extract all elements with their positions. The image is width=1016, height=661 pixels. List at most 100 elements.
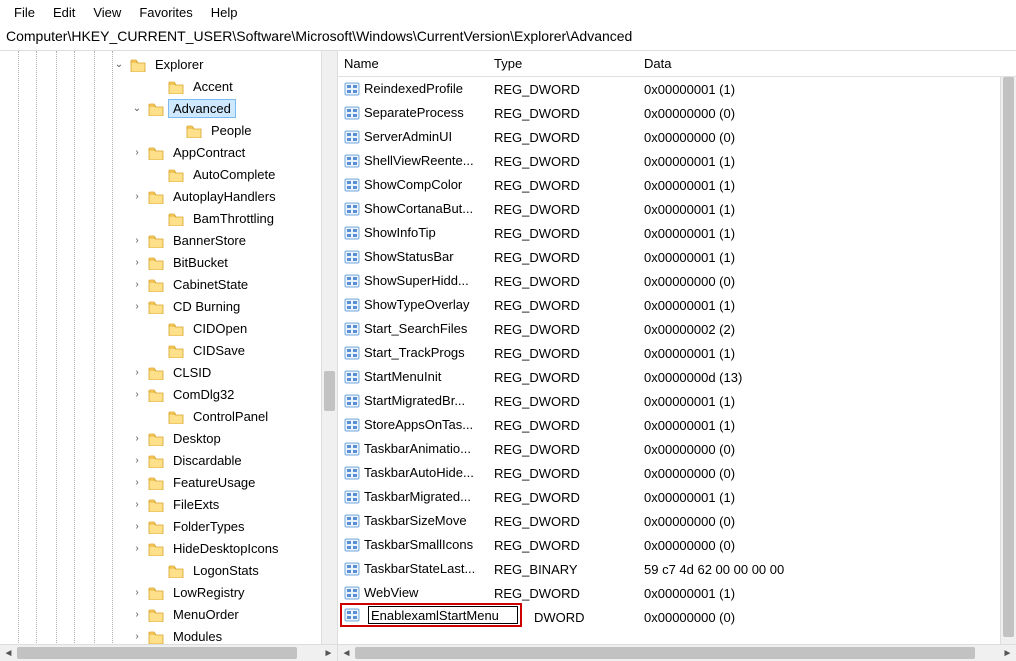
chevron-down-icon[interactable]: ⌄ bbox=[130, 103, 144, 114]
value-row[interactable]: ReindexedProfileREG_DWORD0x00000001 (1) bbox=[338, 77, 1000, 101]
chevron-right-icon[interactable]: › bbox=[130, 367, 144, 378]
value-row[interactable]: TaskbarMigrated...REG_DWORD0x00000001 (1… bbox=[338, 485, 1000, 509]
chevron-right-icon[interactable]: › bbox=[130, 477, 144, 488]
value-type: REG_DWORD bbox=[494, 106, 644, 121]
tree-item[interactable]: ›HideDesktopIcons bbox=[0, 537, 337, 559]
tree-item[interactable]: ›CabinetState bbox=[0, 273, 337, 295]
chevron-right-icon[interactable]: › bbox=[130, 257, 144, 268]
list-header[interactable]: Name Type Data bbox=[338, 51, 1016, 77]
chevron-right-icon[interactable]: › bbox=[130, 587, 144, 598]
value-row[interactable]: TaskbarSizeMoveREG_DWORD0x00000000 (0) bbox=[338, 509, 1000, 533]
list-vscrollbar[interactable] bbox=[1000, 77, 1016, 644]
chevron-right-icon[interactable]: › bbox=[130, 499, 144, 510]
col-header-data[interactable]: Data bbox=[644, 56, 1016, 71]
tree-item[interactable]: ⌄ Explorer bbox=[0, 53, 337, 75]
menu-file[interactable]: File bbox=[6, 3, 43, 22]
value-row[interactable]: Start_TrackProgsREG_DWORD0x00000001 (1) bbox=[338, 341, 1000, 365]
tree-item[interactable]: ›LowRegistry bbox=[0, 581, 337, 603]
chevron-right-icon[interactable]: › bbox=[130, 301, 144, 312]
values-list[interactable]: ReindexedProfileREG_DWORD0x00000001 (1)S… bbox=[338, 77, 1000, 644]
tree-item[interactable]: ›FolderTypes bbox=[0, 515, 337, 537]
folder-icon bbox=[148, 628, 164, 644]
value-row[interactable]: ShowCompColorREG_DWORD0x00000001 (1) bbox=[338, 173, 1000, 197]
value-row[interactable]: ServerAdminUIREG_DWORD0x00000000 (0) bbox=[338, 125, 1000, 149]
tree-item[interactable]: ›ComDlg32 bbox=[0, 383, 337, 405]
tree-hscrollbar[interactable]: ◄ ► bbox=[0, 644, 337, 661]
value-row[interactable]: ShellViewReente...REG_DWORD0x00000001 (1… bbox=[338, 149, 1000, 173]
value-row[interactable]: DWORD0x00000000 (0) bbox=[338, 605, 735, 629]
value-row[interactable]: ShowSuperHidd...REG_DWORD0x00000000 (0) bbox=[338, 269, 1000, 293]
tree-item[interactable]: ›FeatureUsage bbox=[0, 471, 337, 493]
tree-item[interactable]: ›MenuOrder bbox=[0, 603, 337, 625]
col-header-type[interactable]: Type bbox=[494, 56, 644, 71]
tree-item[interactable]: Accent bbox=[0, 75, 337, 97]
chevron-right-icon[interactable]: › bbox=[130, 147, 144, 158]
col-header-name[interactable]: Name bbox=[344, 56, 494, 71]
chevron-right-icon[interactable]: › bbox=[130, 191, 144, 202]
value-row[interactable]: StartMigratedBr...REG_DWORD0x00000001 (1… bbox=[338, 389, 1000, 413]
value-row[interactable]: Start_SearchFilesREG_DWORD0x00000002 (2) bbox=[338, 317, 1000, 341]
left-arrow-icon[interactable]: ◄ bbox=[338, 645, 355, 661]
value-name: TaskbarSmallIcons bbox=[364, 537, 473, 552]
right-arrow-icon[interactable]: ► bbox=[999, 645, 1016, 661]
tree-vscrollbar[interactable] bbox=[321, 51, 337, 644]
right-arrow-icon[interactable]: ► bbox=[320, 645, 337, 661]
tree-item[interactable]: ⌄ Advanced bbox=[0, 97, 337, 119]
reg-dword-icon bbox=[344, 177, 364, 192]
value-row[interactable]: SeparateProcessREG_DWORD0x00000000 (0) bbox=[338, 101, 1000, 125]
registry-tree[interactable]: ⌄ ExplorerAccent ⌄ AdvancedPeople›AppContra… bbox=[0, 51, 337, 644]
tree-item[interactable]: ›BitBucket bbox=[0, 251, 337, 273]
menu-view[interactable]: View bbox=[85, 3, 129, 22]
tree-item[interactable]: ›CLSID bbox=[0, 361, 337, 383]
chevron-right-icon[interactable]: › bbox=[130, 433, 144, 444]
chevron-right-icon[interactable]: › bbox=[130, 631, 144, 642]
chevron-right-icon[interactable]: › bbox=[130, 279, 144, 290]
tree-item[interactable]: BamThrottling bbox=[0, 207, 337, 229]
tree-item[interactable]: CIDOpen bbox=[0, 317, 337, 339]
list-hscrollbar[interactable]: ◄ ► bbox=[338, 644, 1016, 661]
tree-item[interactable]: People bbox=[0, 119, 337, 141]
left-arrow-icon[interactable]: ◄ bbox=[0, 645, 17, 661]
tree-item[interactable]: ›BannerStore bbox=[0, 229, 337, 251]
menu-favorites[interactable]: Favorites bbox=[131, 3, 200, 22]
chevron-right-icon[interactable]: › bbox=[130, 389, 144, 400]
tree-item[interactable]: ControlPanel bbox=[0, 405, 337, 427]
tree-item[interactable]: CIDSave bbox=[0, 339, 337, 361]
value-row[interactable]: ShowCortanaBut...REG_DWORD0x00000001 (1) bbox=[338, 197, 1000, 221]
tree-item[interactable]: ›Discardable bbox=[0, 449, 337, 471]
tree-item[interactable]: ›AutoplayHandlers bbox=[0, 185, 337, 207]
value-row[interactable]: StoreAppsOnTas...REG_DWORD0x00000001 (1) bbox=[338, 413, 1000, 437]
menu-help[interactable]: Help bbox=[203, 3, 246, 22]
chevron-right-icon[interactable]: › bbox=[130, 235, 144, 246]
value-row[interactable]: TaskbarAutoHide...REG_DWORD0x00000000 (0… bbox=[338, 461, 1000, 485]
value-row[interactable]: WebViewREG_DWORD0x00000001 (1) bbox=[338, 581, 1000, 605]
tree-hthumb[interactable] bbox=[17, 647, 297, 659]
chevron-right-icon[interactable]: › bbox=[130, 543, 144, 554]
value-row[interactable]: TaskbarAnimatio...REG_DWORD0x00000000 (0… bbox=[338, 437, 1000, 461]
address-bar[interactable]: Computer\HKEY_CURRENT_USER\Software\Micr… bbox=[0, 24, 1016, 51]
tree-item[interactable]: LogonStats bbox=[0, 559, 337, 581]
value-row[interactable]: ShowStatusBarREG_DWORD0x00000001 (1) bbox=[338, 245, 1000, 269]
value-row[interactable]: ShowInfoTipREG_DWORD0x00000001 (1) bbox=[338, 221, 1000, 245]
chevron-right-icon[interactable]: › bbox=[130, 455, 144, 466]
list-hthumb[interactable] bbox=[355, 647, 975, 659]
value-row[interactable]: StartMenuInitREG_DWORD0x0000000d (13) bbox=[338, 365, 1000, 389]
chevron-right-icon[interactable]: › bbox=[130, 609, 144, 620]
tree-item[interactable]: ›Desktop bbox=[0, 427, 337, 449]
value-row[interactable]: TaskbarSmallIconsREG_DWORD0x00000000 (0) bbox=[338, 533, 1000, 557]
tree-item[interactable]: ›CD Burning bbox=[0, 295, 337, 317]
tree-vthumb[interactable] bbox=[324, 371, 335, 411]
tree-item-label: Explorer bbox=[150, 55, 208, 74]
tree-item-label: Advanced bbox=[168, 99, 236, 118]
tree-item[interactable]: ›AppContract bbox=[0, 141, 337, 163]
value-row[interactable]: TaskbarStateLast...REG_BINARY59 c7 4d 62… bbox=[338, 557, 1000, 581]
list-vthumb[interactable] bbox=[1003, 77, 1014, 637]
chevron-right-icon[interactable]: › bbox=[130, 521, 144, 532]
folder-icon bbox=[148, 386, 164, 402]
tree-item[interactable]: ›FileExts bbox=[0, 493, 337, 515]
chevron-down-icon[interactable]: ⌄ bbox=[112, 59, 126, 70]
menu-edit[interactable]: Edit bbox=[45, 3, 83, 22]
tree-item[interactable]: AutoComplete bbox=[0, 163, 337, 185]
tree-item[interactable]: ›Modules bbox=[0, 625, 337, 644]
value-row[interactable]: ShowTypeOverlayREG_DWORD0x00000001 (1) bbox=[338, 293, 1000, 317]
